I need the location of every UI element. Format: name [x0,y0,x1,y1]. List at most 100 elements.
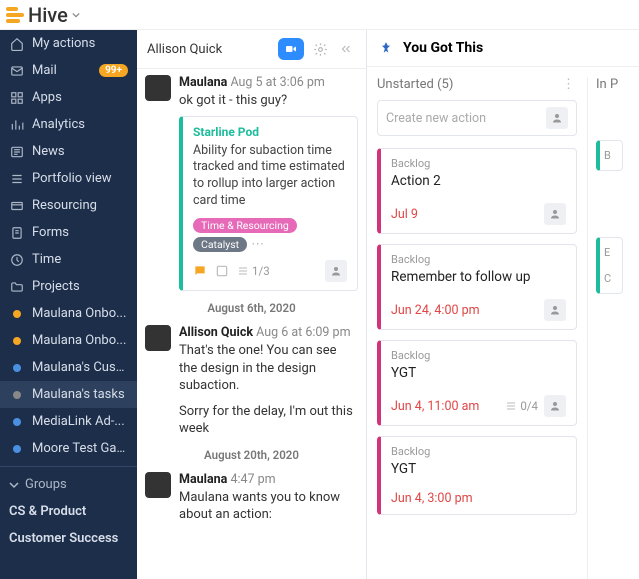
sidebar-label: Moore Test Gantt [32,441,128,456]
analytics-icon [9,117,24,132]
card-title: Starline Pod [193,125,347,139]
gear-icon[interactable] [310,42,330,57]
column-menu-icon[interactable]: ⋮ [562,77,577,92]
action-card[interactable]: Backlog Action 2 Jul 9 [377,148,577,234]
sidebar-item-time[interactable]: Time [0,246,137,273]
card-title: YGT [391,365,566,381]
sidebar-label: My actions [32,36,128,51]
card-title: Action 2 [391,173,566,189]
card-text: Ability for subaction time tracked and t… [193,143,347,211]
card-tag: Time & Resourcing [193,218,297,233]
project-dot-icon [9,306,24,321]
message-time: Aug 5 at 3:06 pm [230,75,324,90]
message-text: Sorry for the delay, I'm out this week [179,403,358,438]
chevron-down-icon [9,480,19,490]
message-text: That's the one! You can see the design i… [179,342,358,395]
comment-icon[interactable] [193,264,207,278]
message-author: Maulana [179,472,227,487]
resourcing-icon [9,198,24,213]
sidebar-project-item[interactable]: Moore Test Gantt [0,435,137,462]
project-dot-icon [9,333,24,348]
sidebar-item-forms[interactable]: Forms [0,219,137,246]
card-label: Backlog [391,157,566,170]
assignee-button[interactable] [325,260,347,282]
project-dot-icon [9,414,24,429]
more-tags-icon[interactable]: ⋯ [251,237,264,252]
sidebar-item-news[interactable]: News [0,138,137,165]
project-dot-icon [9,360,24,375]
zoom-call-button[interactable] [278,38,304,60]
card-label: Backlog [391,349,566,362]
action-card[interactable]: Backlog YGT Jun 4, 3:00 pm [377,436,577,515]
folder-icon [9,279,24,294]
sidebar-project-item[interactable]: Maulana Onbo... [0,300,137,327]
message-author: Maulana [179,75,227,90]
home-icon [9,36,24,51]
sidebar-item-portfolio[interactable]: Portfolio view [0,165,137,192]
action-card[interactable]: Backlog Remember to follow up Jun 24, 4:… [377,244,577,330]
sidebar-project-item-active[interactable]: Maulana's tasks [0,381,137,408]
sidebar-project-item[interactable]: MediaLink Ad-... [0,408,137,435]
avatar [145,472,171,498]
card-label: Backlog [391,253,566,266]
hive-logo-icon [6,7,24,23]
sidebar-item-analytics[interactable]: Analytics [0,111,137,138]
sidebar-label: Analytics [32,117,128,132]
sidebar-item-my-actions[interactable]: My actions [0,30,137,57]
column-header: Unstarted (5) [377,77,453,92]
sidebar-label: Maulana Onbo... [32,306,128,321]
mail-icon [9,63,24,78]
assignee-button[interactable] [544,395,566,417]
sidebar-label: News [32,144,128,159]
app-topbar: Hive [0,0,639,30]
card-due-date: Jun 4, 3:00 pm [391,491,473,506]
news-icon [9,144,24,159]
groups-header-label: Groups [25,477,67,492]
sidebar-item-apps[interactable]: Apps [0,84,137,111]
message-author: Allison Quick [179,325,253,340]
forms-icon [9,225,24,240]
sidebar-group-item[interactable]: Customer Success [0,525,137,552]
clock-icon [9,252,24,267]
assignee-button[interactable] [544,203,566,225]
message-time: 4:47 pm [230,472,275,487]
action-card[interactable]: Backlog YGT Jun 4, 11:00 am 0/4 [377,340,577,426]
action-card[interactable]: Starline Pod Ability for subaction time … [179,116,358,292]
subactions-count: 0/4 [505,399,538,413]
assignee-button[interactable] [546,107,568,129]
card-title: YGT [391,461,566,477]
apps-icon [9,90,24,105]
sidebar-label: Forms [32,225,128,240]
sidebar-label: Projects [32,279,128,294]
pin-icon[interactable] [379,40,393,56]
sidebar-project-item[interactable]: Maulana Onbo... [0,327,137,354]
board-panel: You Got This Unstarted (5) ⋮ Create new … [367,30,639,579]
subactions-count: 1/3 [237,264,270,278]
action-card[interactable]: B [596,140,623,171]
sidebar-groups-toggle[interactable]: Groups [0,471,137,498]
assignee-button[interactable] [544,299,566,321]
create-action-placeholder: Create new action [386,111,486,126]
action-card[interactable]: EC [596,237,623,294]
sidebar-label: Time [32,252,128,267]
date-separator: August 20th, 2020 [145,448,358,462]
brand-name: Hive [28,3,68,27]
board-column-partial: In P B EC [587,77,623,579]
sidebar-item-mail[interactable]: Mail 99+ [0,57,137,84]
sidebar-group-item[interactable]: CS & Product [0,498,137,525]
message-text: Maulana wants you to know about an actio… [179,489,358,524]
sidebar-label: Mail [32,63,91,78]
sidebar-item-projects[interactable]: Projects [0,273,137,300]
collapse-icon[interactable] [336,42,356,56]
chat-message: Maulana Aug 5 at 3:06 pm ok got it - thi… [145,75,358,291]
sidebar-item-resourcing[interactable]: Resourcing [0,192,137,219]
sidebar-project-item[interactable]: Maulana's Cust... [0,354,137,381]
attachment-icon[interactable] [215,264,229,278]
chat-body: Maulana Aug 5 at 3:06 pm ok got it - thi… [137,69,366,579]
card-title: Remember to follow up [391,269,566,285]
sidebar-label: Resourcing [32,198,128,213]
brand-menu-caret[interactable] [72,11,80,19]
card-label: Backlog [391,445,566,458]
create-action-input[interactable]: Create new action [377,100,577,136]
board-title: You Got This [403,40,483,56]
